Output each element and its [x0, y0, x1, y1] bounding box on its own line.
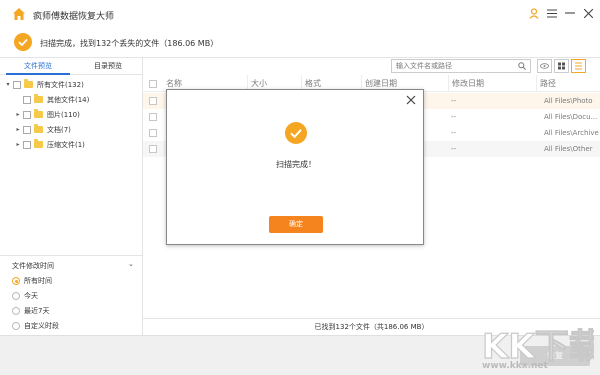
filter-title: 文件修改时间	[12, 262, 54, 270]
close-icon[interactable]	[405, 94, 417, 106]
confirm-button[interactable]: 确定	[269, 216, 323, 233]
tree-item-label: 所有文件(132)	[37, 80, 84, 89]
folder-icon	[34, 139, 43, 148]
user-icon[interactable]	[527, 6, 541, 20]
tree-item-all-files[interactable]: ▾ 所有文件(132)	[4, 77, 139, 92]
checkbox[interactable]	[23, 95, 31, 104]
search-input[interactable]	[391, 59, 531, 73]
chevron-right-icon[interactable]: ▸	[14, 111, 22, 118]
minimize-icon[interactable]	[563, 6, 577, 20]
radio-today[interactable]: 今天	[12, 290, 38, 302]
scan-complete-dialog: 扫描完成！ 确定	[166, 89, 424, 245]
radio-button[interactable]	[12, 292, 20, 300]
radio-custom-range[interactable]: 自定义时段	[12, 320, 59, 332]
close-icon[interactable]	[581, 6, 595, 20]
search-icon[interactable]	[518, 62, 526, 70]
home-icon[interactable]	[12, 7, 26, 21]
tree-item-label: 其他文件(14)	[47, 95, 90, 104]
sidebar: 文件预览 目录预览 ▾ 所有文件(132) 其他文件(14) ▸ 图片(110)…	[0, 58, 143, 335]
folder-icon	[34, 94, 43, 103]
chevron-right-icon[interactable]: ▸	[14, 126, 22, 133]
menu-icon[interactable]	[545, 6, 559, 20]
scan-status-text: 扫描完成，找到132个丢失的文件（186.06 MB）	[40, 39, 219, 48]
tree-item-label: 文档(7)	[47, 125, 71, 134]
tree-item-label: 图片(110)	[47, 110, 80, 119]
watermark-url: www.kkx.net	[482, 361, 548, 371]
sidebar-tabs: 文件预览 目录预览	[0, 58, 143, 75]
modified-time-filter: 文件修改时间 ⌄ 所有时间 今天 最近7天 自定义时段	[0, 255, 143, 335]
dialog-message: 扫描完成！	[276, 160, 316, 169]
tree-item-label: 压缩文件(1)	[47, 140, 85, 149]
tab-directory-preview[interactable]: 目录预览	[76, 58, 140, 75]
status-bar: 扫描完成，找到132个丢失的文件（186.06 MB）	[0, 28, 600, 58]
check-circle-icon	[14, 33, 32, 51]
title-bar: 疯师傅数据恢复大师	[0, 0, 600, 28]
chevron-right-icon[interactable]: ▸	[14, 141, 22, 148]
checkbox[interactable]	[23, 125, 31, 134]
tab-file-preview[interactable]: 文件预览	[6, 58, 70, 75]
radio-last-7-days[interactable]: 最近7天	[12, 305, 49, 317]
radio-all-time[interactable]: 所有时间	[12, 275, 52, 287]
chevron-down-icon[interactable]: ⌄	[128, 260, 134, 268]
checkbox[interactable]	[23, 140, 31, 149]
tree-item-images[interactable]: ▸ 图片(110)	[14, 107, 149, 122]
tree-item-archives[interactable]: ▸ 压缩文件(1)	[14, 137, 149, 152]
folder-icon	[34, 124, 43, 133]
eye-icon[interactable]	[537, 59, 552, 73]
folder-icon	[24, 79, 33, 88]
checkbox[interactable]	[13, 80, 21, 89]
tree-item-documents[interactable]: ▸ 文档(7)	[14, 122, 149, 137]
chevron-down-icon[interactable]: ▾	[4, 81, 12, 88]
radio-button[interactable]	[12, 322, 20, 330]
folder-icon	[34, 109, 43, 118]
grid-view-icon[interactable]	[554, 59, 569, 73]
app-title: 疯师傅数据恢复大师	[33, 12, 115, 22]
toolbar	[143, 58, 600, 75]
radio-button[interactable]	[12, 277, 20, 285]
tree-item-other-files[interactable]: 其他文件(14)	[14, 92, 149, 107]
list-view-icon[interactable]	[571, 59, 586, 73]
checkbox[interactable]	[23, 110, 31, 119]
check-circle-icon	[285, 122, 307, 144]
radio-button[interactable]	[12, 307, 20, 315]
